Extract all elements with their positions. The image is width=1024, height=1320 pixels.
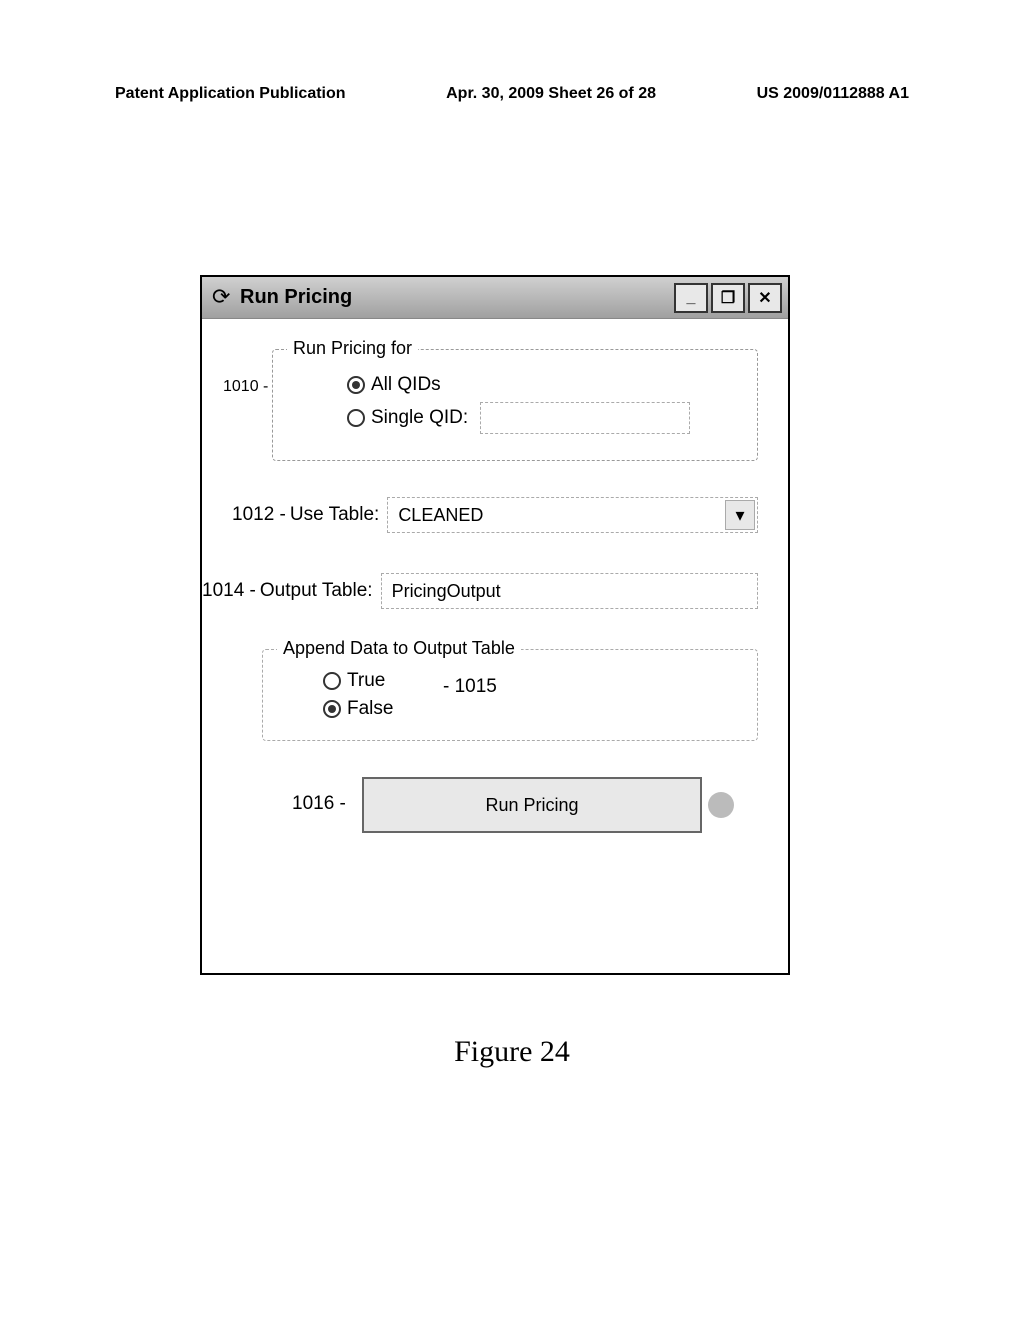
dialog-window: Run Pricing _ ❐ ✕ Run Pricing for 1010 -…	[200, 275, 790, 975]
app-icon	[210, 286, 234, 310]
gear-icon	[708, 792, 734, 818]
ref-1014: 1014 -	[202, 580, 256, 602]
radio-single-qid-label: Single QID:	[371, 407, 468, 429]
ref-1016: 1016 -	[292, 793, 346, 815]
fieldset-legend: Run Pricing for	[287, 338, 418, 359]
chevron-down-icon[interactable]: ▾	[725, 500, 755, 530]
header-right: US 2009/0112888 A1	[757, 85, 909, 103]
radio-all-qids-label: All QIDs	[371, 374, 441, 396]
radio-single-qid[interactable]	[347, 409, 365, 427]
titlebar[interactable]: Run Pricing _ ❐ ✕	[202, 277, 788, 319]
figure-caption: Figure 24	[0, 1035, 1024, 1069]
radio-false-label: False	[347, 698, 393, 720]
radio-all-qids[interactable]	[347, 376, 365, 394]
output-table-value: PricingOutput	[392, 581, 501, 602]
use-table-label: Use Table:	[290, 504, 379, 526]
append-legend: Append Data to Output Table	[277, 638, 521, 659]
run-pricing-button[interactable]: Run Pricing	[362, 777, 702, 833]
window-title: Run Pricing	[240, 286, 671, 309]
output-table-label: Output Table:	[260, 580, 373, 602]
run-pricing-label: Run Pricing	[485, 795, 578, 816]
radio-true[interactable]	[323, 672, 341, 690]
run-pricing-for-fieldset: Run Pricing for 1010 - All QIDs Single Q…	[272, 349, 758, 461]
header-left: Patent Application Publication	[115, 85, 346, 103]
dialog-content: Run Pricing for 1010 - All QIDs Single Q…	[202, 319, 788, 973]
output-table-row: 1014 - Output Table: PricingOutput	[202, 573, 758, 609]
radio-false[interactable]	[323, 700, 341, 718]
append-data-fieldset: Append Data to Output Table - 1015 True …	[262, 649, 758, 741]
radio-true-label: True	[347, 670, 385, 692]
use-table-row: 1012 - Use Table: CLEANED ▾	[232, 497, 758, 533]
ref-1015: - 1015	[443, 676, 497, 698]
close-button[interactable]: ✕	[748, 283, 782, 313]
output-table-input[interactable]: PricingOutput	[381, 573, 758, 609]
minimize-button[interactable]: _	[674, 283, 708, 313]
maximize-button[interactable]: ❐	[711, 283, 745, 313]
single-qid-input[interactable]	[480, 402, 690, 434]
ref-1010: 1010 -	[223, 378, 268, 396]
use-table-value: CLEANED	[398, 505, 483, 526]
page-header: Patent Application Publication Apr. 30, …	[0, 85, 1024, 103]
use-table-select[interactable]: CLEANED ▾	[387, 497, 758, 533]
header-center: Apr. 30, 2009 Sheet 26 of 28	[446, 85, 656, 103]
ref-1012: 1012 -	[232, 504, 286, 526]
